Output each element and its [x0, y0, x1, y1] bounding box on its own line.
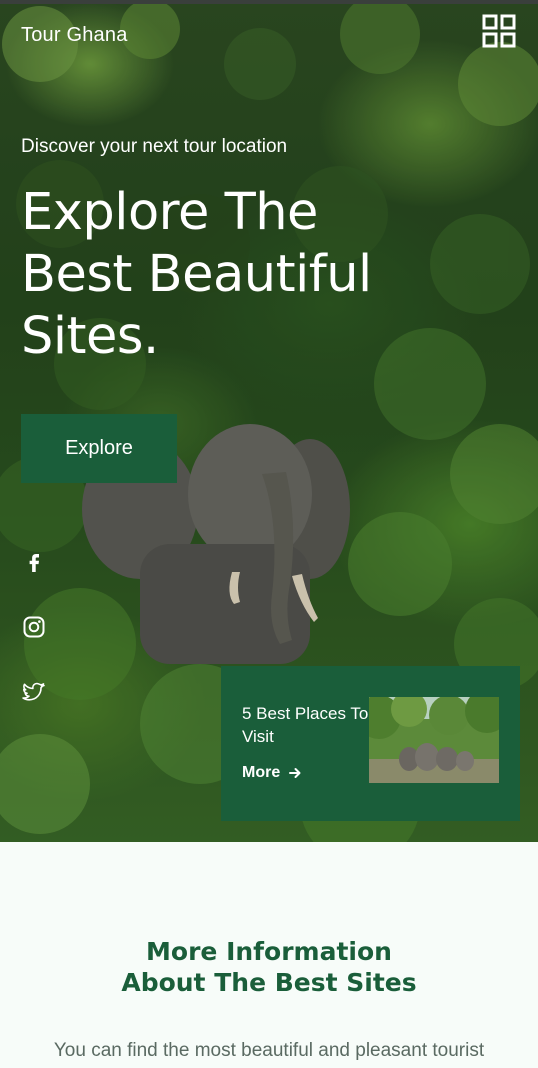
- info-section-title: More Information About The Best Sites: [0, 936, 538, 998]
- card-thumbnail-image: [369, 697, 499, 783]
- twitter-icon[interactable]: [22, 680, 46, 704]
- arrow-right-icon: [289, 768, 301, 778]
- brand-logo-text[interactable]: Tour Ghana: [21, 24, 128, 47]
- explore-button[interactable]: Explore: [21, 414, 177, 483]
- hero-section: Tour Ghana Discover your next tour locat…: [0, 4, 538, 842]
- hero-subtitle: Discover your next tour location: [21, 136, 288, 157]
- info-paragraph: You can find the most beautiful and plea…: [53, 1040, 485, 1061]
- hero-headline-line2: Best Beautiful: [21, 245, 372, 304]
- hero-headline-line1: Explore The: [21, 183, 318, 242]
- menu-grid-icon[interactable]: [482, 14, 516, 48]
- info-title-line2: About The Best Sites: [121, 968, 417, 997]
- instagram-icon[interactable]: [22, 615, 46, 639]
- hero-headline-line3: Sites.: [21, 307, 159, 366]
- facebook-icon[interactable]: [22, 550, 46, 574]
- featured-card[interactable]: 5 Best Places To Visit More: [221, 666, 520, 821]
- card-title: 5 Best Places To Visit: [242, 704, 369, 746]
- info-title-line1: More Information: [146, 937, 392, 966]
- hero-headline: Explore The Best Beautiful Sites.: [21, 182, 421, 368]
- card-more-link[interactable]: More: [242, 764, 302, 782]
- card-more-label: More: [242, 764, 281, 781]
